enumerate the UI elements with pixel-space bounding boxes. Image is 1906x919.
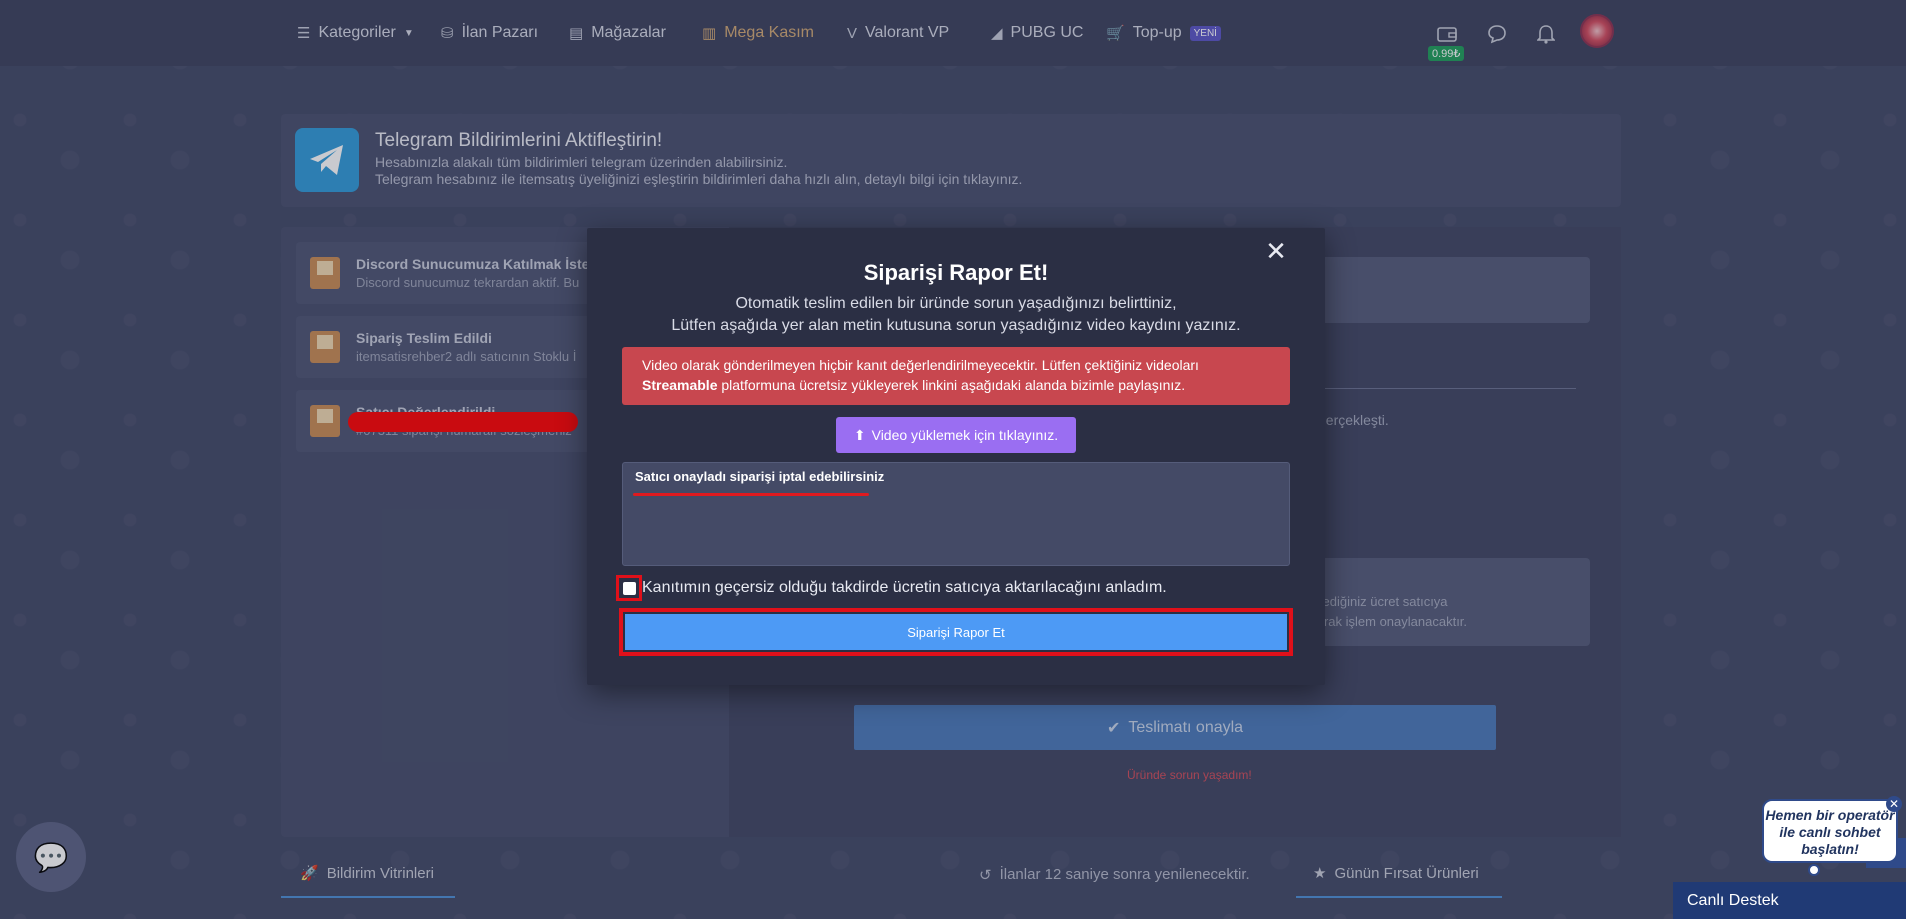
streamable-label: Streamable <box>642 377 718 393</box>
bubble-pointer <box>1808 864 1820 876</box>
modal-title: Siparişi Rapor Et! <box>863 260 1049 285</box>
upload-video-button[interactable]: ⬆ Video yüklemek için tıklayınız. <box>836 417 1076 453</box>
checkbox-box <box>622 581 636 595</box>
report-order-submit-button[interactable]: Siparişi Rapor Et <box>625 614 1287 650</box>
upload-icon: ⬆ <box>853 426 866 443</box>
operator-prompt-bubble[interactable]: Hemen bir operatör ile canlı sohbet başl… <box>1762 799 1898 863</box>
modal-description-line1: Otomatik teslim edilen bir üründe sorun … <box>735 295 1177 312</box>
consent-label: Kanıtımın geçersiz olduğu takdirde ücret… <box>642 579 1167 596</box>
live-support-button[interactable]: Canlı Destek <box>1673 882 1906 919</box>
report-order-modal: ✕ Siparişi Rapor Et! Otomatik teslim edi… <box>587 228 1325 685</box>
report-textarea[interactable]: Satıcı onayladı siparişi iptal edebilirs… <box>622 462 1290 566</box>
close-icon[interactable]: ✕ <box>1886 796 1902 812</box>
warning-alert: Video olarak gönderilmeyen hiçbir kanıt … <box>622 347 1290 405</box>
annotation-underline <box>633 493 869 496</box>
consent-checkbox[interactable] <box>616 575 642 601</box>
modal-description-line2: Lütfen aşağıda yer alan metin kutusuna s… <box>671 317 1241 334</box>
